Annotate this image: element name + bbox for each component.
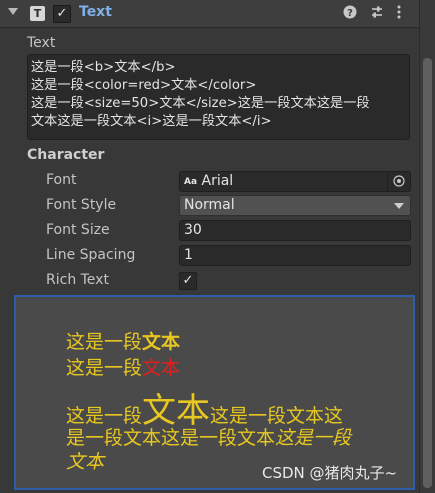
- font-size-field[interactable]: 30: [179, 220, 411, 241]
- text-line: 这是一段<b>文本</b>: [31, 60, 176, 75]
- scrollbar-thumb[interactable]: [423, 58, 432, 488]
- text-label: Text: [27, 35, 56, 51]
- object-picker-icon[interactable]: [387, 172, 410, 191]
- text-preview: 这是一段文本 这是一段文本 这是一段文本这是一段文本这 是一段文本这是一段文本这…: [14, 295, 415, 490]
- font-style-value: Normal: [184, 197, 235, 213]
- preview-line: 是一段文本这是一段文本这是一段: [66, 423, 351, 450]
- text-line: 这是一段<size=50>文本</size>这是一段文本这是一段: [31, 96, 370, 111]
- preset-icon[interactable]: [370, 5, 384, 23]
- enable-checkbox[interactable]: ✓: [53, 5, 71, 23]
- preview-bold-text: 文本: [142, 331, 181, 353]
- preview-text: 这是一段: [66, 357, 143, 379]
- rich-text-checkbox[interactable]: ✓: [179, 272, 197, 290]
- more-options-icon[interactable]: [396, 5, 402, 23]
- text-line: 文本这是一段文本<i>这是一段文本</i>: [31, 114, 272, 129]
- font-field[interactable]: Aa Arial: [179, 171, 411, 192]
- font-size-label: Font Size: [46, 222, 110, 238]
- component-title: Text: [79, 4, 112, 20]
- text-area[interactable]: 这是一段<b>文本</b> 这是一段<color=red>文本</color> …: [27, 54, 410, 140]
- svg-text:?: ?: [347, 8, 353, 19]
- line-spacing-value: 1: [184, 247, 193, 263]
- rich-text-label: Rich Text: [46, 272, 109, 288]
- text-line: 这是一段<color=red>文本</color>: [31, 78, 257, 93]
- font-style-dropdown[interactable]: Normal: [179, 195, 411, 216]
- component-header: T ✓ Text ?: [0, 0, 419, 28]
- preview-text: 是一段文本这是一段文本: [66, 427, 276, 449]
- preview-line: 这是一段文本: [66, 327, 180, 354]
- watermark: CSDN @猪肉丸子~: [262, 464, 398, 482]
- chevron-down-icon: [394, 203, 404, 209]
- font-label: Font: [46, 172, 77, 188]
- fold-arrow-icon[interactable]: [8, 8, 18, 15]
- character-section-title: Character: [27, 147, 105, 163]
- preview-line: 文本: [66, 447, 104, 474]
- font-size-value: 30: [184, 222, 202, 238]
- inspector-scrollbar[interactable]: [419, 0, 435, 493]
- preview-italic-text: 文本: [66, 451, 105, 473]
- preview-red-text: 文本: [142, 357, 181, 379]
- font-asset-icon: Aa: [184, 177, 198, 187]
- preview-italic-text: 这是一段: [275, 427, 352, 449]
- font-style-label: Font Style: [46, 197, 117, 213]
- line-spacing-label: Line Spacing: [46, 247, 136, 263]
- text-component-icon: T: [30, 6, 45, 21]
- help-icon[interactable]: ?: [343, 5, 357, 23]
- line-spacing-field[interactable]: 1: [179, 245, 411, 266]
- preview-line: 这是一段文本: [66, 353, 180, 380]
- preview-text: 这是一段: [66, 331, 143, 353]
- font-value: Arial: [201, 173, 234, 189]
